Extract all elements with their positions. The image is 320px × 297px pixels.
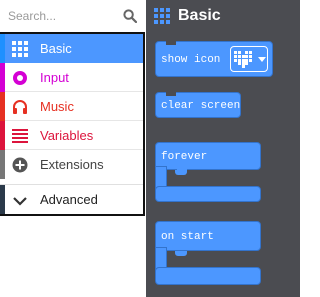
dropdown-arrow-icon — [258, 57, 266, 62]
block-label: forever — [161, 151, 208, 163]
advanced-toggle[interactable]: Advanced — [0, 184, 143, 214]
grid-icon — [154, 8, 170, 24]
block-header: on start — [155, 221, 261, 251]
advanced-label: Advanced — [40, 192, 98, 207]
category-label: Input — [40, 70, 69, 85]
category-color-stripe — [0, 150, 5, 179]
category-input[interactable]: Input — [0, 63, 143, 92]
category-color-stripe — [0, 185, 5, 214]
block-footer — [155, 267, 261, 285]
block-inner-notch — [175, 170, 187, 175]
list-lines-icon — [12, 129, 28, 143]
heart-icon — [234, 51, 252, 68]
radio-button-icon — [13, 71, 27, 85]
block-show-icon[interactable]: show icon — [155, 41, 273, 77]
search-input[interactable] — [8, 6, 118, 26]
category-basic[interactable]: Basic — [0, 34, 143, 63]
category-label: Variables — [40, 128, 94, 143]
plus-circle-icon — [12, 157, 28, 173]
category-music[interactable]: Music — [0, 92, 143, 121]
flyout-title: Basic — [178, 7, 221, 24]
block-clear-screen[interactable]: clear screen — [155, 92, 241, 118]
category-list: Basic Input Music Variables Extensions A… — [0, 32, 145, 216]
block-label: clear screen — [161, 100, 241, 112]
block-forever[interactable]: forever — [155, 142, 261, 202]
category-extensions[interactable]: Extensions — [0, 150, 143, 179]
block-label: show icon — [161, 54, 221, 66]
toolbox: Basic Input Music — [0, 0, 146, 297]
block-notch — [166, 41, 176, 45]
block-on-start[interactable]: on start — [155, 221, 261, 285]
category-color-stripe — [0, 63, 5, 92]
category-color-stripe — [0, 34, 5, 63]
block-inner-notch — [175, 251, 187, 256]
category-label: Basic — [40, 41, 72, 56]
grid-icon — [12, 41, 28, 57]
category-color-stripe — [0, 92, 5, 121]
headphones-icon — [13, 100, 27, 114]
block-header: forever — [155, 142, 261, 170]
block-flyout: Basic show icon clear screen forever on … — [146, 0, 300, 297]
category-label: Music — [40, 99, 74, 114]
search-icon[interactable] — [123, 9, 137, 23]
chevron-down-icon — [13, 197, 27, 206]
block-label: on start — [161, 231, 214, 243]
category-label: Extensions — [40, 157, 104, 172]
category-color-stripe — [0, 121, 5, 150]
block-footer — [155, 186, 261, 202]
search-bar — [0, 0, 146, 32]
block-notch — [166, 92, 176, 96]
category-variables[interactable]: Variables — [0, 121, 143, 150]
icon-dropdown[interactable] — [230, 46, 268, 72]
